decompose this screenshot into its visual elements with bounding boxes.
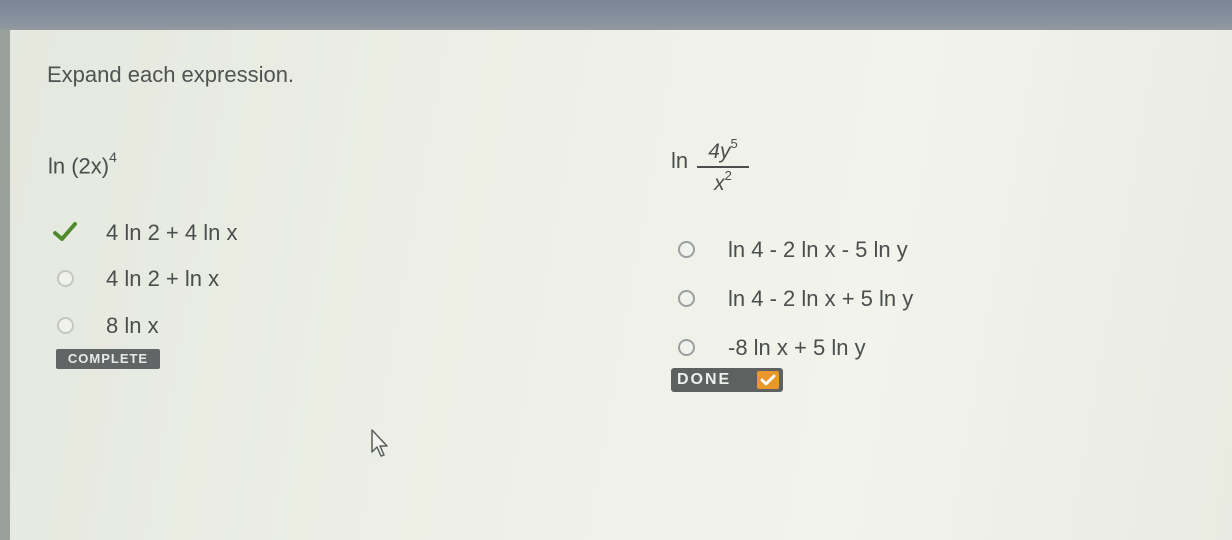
- q2-option-1[interactable]: ln 4 - 2 ln x - 5 ln y: [728, 237, 908, 263]
- question1-expression-base: ln (2x): [48, 153, 110, 179]
- radio-icon[interactable]: [57, 317, 74, 334]
- fraction-bar: [697, 166, 749, 168]
- radio-icon[interactable]: [57, 270, 74, 287]
- monitor-bezel: [0, 0, 1232, 34]
- numerator-base: 4y: [708, 140, 731, 163]
- q1-option-3[interactable]: 8 ln x: [106, 313, 159, 339]
- radio-icon[interactable]: [678, 339, 695, 356]
- q2-option-3[interactable]: -8 ln x + 5 ln y: [728, 335, 866, 361]
- screen-edge: [0, 30, 10, 540]
- instruction-text: Expand each expression.: [47, 62, 295, 87]
- question1-expression-exponent: 4: [109, 149, 117, 165]
- checkmark-icon: [53, 222, 77, 241]
- denominator-base: x: [714, 172, 725, 195]
- question2-denominator: x2: [697, 168, 749, 196]
- question2-fraction: 4y5 x2: [697, 136, 749, 196]
- done-label: DONE: [677, 371, 732, 388]
- q1-option-2[interactable]: 4 ln 2 + ln x: [106, 266, 219, 292]
- radio-icon[interactable]: [678, 241, 695, 258]
- numerator-exponent: 5: [730, 136, 738, 151]
- q1-option-1[interactable]: 4 ln 2 + 4 ln x: [106, 220, 237, 246]
- done-check-icon: [757, 371, 779, 389]
- question2-ln: ln: [671, 148, 689, 173]
- done-button[interactable]: DONE: [671, 368, 783, 392]
- denominator-exponent: 2: [724, 168, 732, 183]
- complete-badge: COMPLETE: [56, 349, 160, 369]
- q2-option-2[interactable]: ln 4 - 2 ln x + 5 ln y: [728, 286, 913, 312]
- radio-icon[interactable]: [678, 290, 695, 307]
- question2-numerator: 4y5: [697, 136, 749, 164]
- mouse-cursor-icon: [371, 429, 388, 457]
- question1-expression: ln (2x)4: [48, 149, 117, 179]
